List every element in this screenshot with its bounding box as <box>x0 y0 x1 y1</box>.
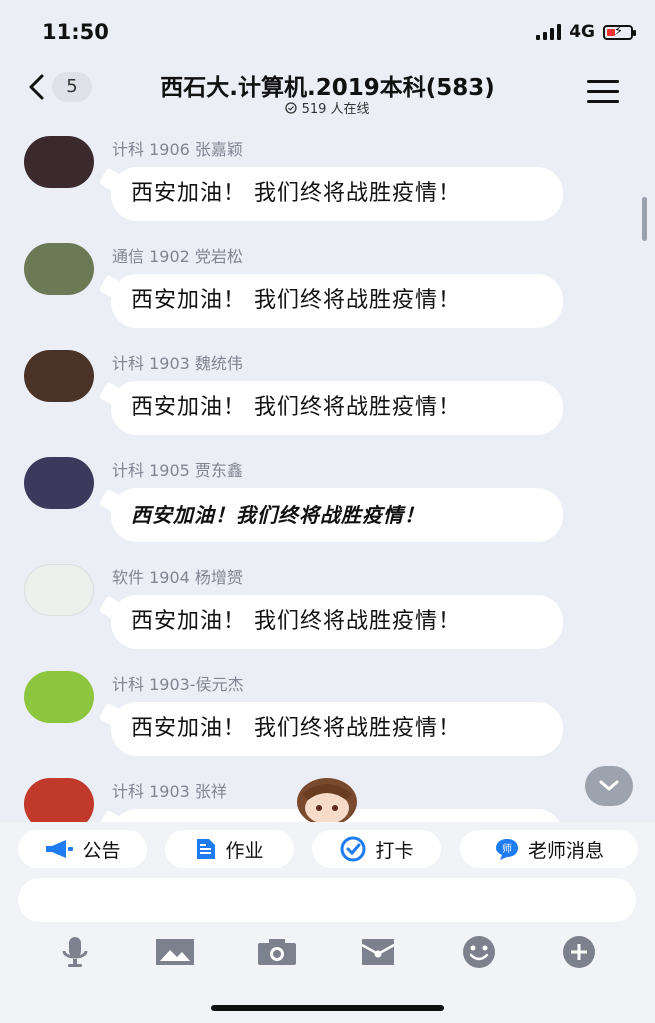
avatar[interactable] <box>24 136 94 188</box>
more-button[interactable] <box>557 932 601 972</box>
battery-icon: ⚡ <box>603 24 636 40</box>
checkin-icon <box>340 836 366 862</box>
teacher-message-icon: 师 <box>495 839 518 860</box>
message-input[interactable] <box>18 878 636 922</box>
sender-name: 计科 1903-侯元杰 <box>112 675 244 694</box>
scroll-to-bottom-button[interactable] <box>585 766 633 806</box>
message-bubble[interactable]: 西安加油！ 我们终将战胜疫情！ <box>111 274 563 328</box>
message-list[interactable]: 计科 1906 张嘉颖 西安加油！ 我们终将战胜疫情！ 通信 1902 党岩松 … <box>0 120 655 822</box>
sender-name: 计科 1905 贾东鑫 <box>112 461 243 480</box>
chat-header: 5 西石大.计算机.2019本科(583) 519 人在线 <box>0 64 655 120</box>
avatar[interactable] <box>24 457 94 509</box>
svg-text:师: 师 <box>502 842 512 855</box>
sender-name: 计科 1903 张祥 <box>112 782 227 801</box>
voice-button[interactable] <box>53 932 97 972</box>
red-packet-icon <box>361 939 395 965</box>
avatar[interactable] <box>24 564 94 616</box>
plus-icon <box>563 936 595 968</box>
message-item: 计科 1903 魏统伟 西安加油！ 我们终将战胜疫情！ <box>0 334 655 441</box>
scrollbar[interactable] <box>642 197 647 241</box>
sender-name: 计科 1903 魏统伟 <box>112 354 243 373</box>
image-button[interactable] <box>153 932 197 972</box>
image-icon <box>156 939 194 965</box>
menu-button[interactable] <box>587 80 619 110</box>
home-indicator[interactable] <box>211 1005 444 1011</box>
message-bubble[interactable]: 西安加油！ 我们终将战胜疫情！ <box>111 595 563 649</box>
document-icon <box>197 839 216 859</box>
online-status-icon <box>285 102 298 114</box>
online-count: 519 人在线 <box>0 98 655 117</box>
message-item: 计科 1905 贾东鑫 西安加油！我们终将战胜疫情！ <box>0 441 655 548</box>
message-item: 计科 1903-侯元杰 西安加油！ 我们终将战胜疫情！ <box>0 655 655 762</box>
sender-name: 通信 1902 党岩松 <box>112 247 243 266</box>
status-bar: 11:50 4G ⚡ <box>0 0 655 64</box>
checkin-button[interactable]: 打卡 <box>312 830 441 868</box>
chevron-down-icon <box>599 780 619 791</box>
message-bubble[interactable]: 西安加油！ 我们终将战胜疫情！ <box>111 702 563 756</box>
megaphone-icon <box>46 840 74 858</box>
sender-name: 软件 1904 杨增赟 <box>112 568 243 587</box>
message-bubble[interactable]: 西安加油！我们终将战胜疫情！ <box>111 488 563 542</box>
camera-icon <box>258 939 296 965</box>
character-sticker-icon <box>297 778 357 822</box>
message-item: 计科 1906 张嘉颖 西安加油！ 我们终将战胜疫情！ <box>0 120 655 227</box>
red-packet-button[interactable] <box>356 932 400 972</box>
avatar[interactable] <box>24 350 94 402</box>
message-item: 通信 1902 党岩松 西安加油！ 我们终将战胜疫情！ <box>0 227 655 334</box>
homework-button[interactable]: 作业 <box>165 830 294 868</box>
message-bubble[interactable]: 西安加油！ 我们终将战胜疫情！ <box>111 381 563 435</box>
composer-toolbar <box>0 932 655 972</box>
group-title[interactable]: 西石大.计算机.2019本科(583) <box>0 68 655 102</box>
teacher-message-button[interactable]: 师 老师消息 <box>460 830 638 868</box>
avatar[interactable] <box>24 243 94 295</box>
announcement-button[interactable]: 公告 <box>18 830 147 868</box>
message-item: 软件 1904 杨增赟 西安加油！ 我们终将战胜疫情！ <box>0 548 655 655</box>
avatar[interactable] <box>24 671 94 723</box>
composer <box>0 876 655 1023</box>
message-bubble[interactable]: 西安加油！ 我们终将战胜疫情！ <box>111 167 563 221</box>
avatar[interactable] <box>24 778 94 822</box>
microphone-icon <box>62 937 88 967</box>
status-time: 11:50 <box>42 20 109 44</box>
signal-icon <box>536 24 562 40</box>
emoji-button[interactable] <box>457 932 501 972</box>
hamburger-icon <box>587 80 619 83</box>
camera-button[interactable] <box>255 932 299 972</box>
sender-name: 计科 1906 张嘉颖 <box>112 140 243 159</box>
network-type: 4G <box>569 22 595 42</box>
quick-actions-bar: 公告 作业 打卡 师 老师消息 <box>0 822 655 876</box>
emoji-icon <box>463 936 495 968</box>
